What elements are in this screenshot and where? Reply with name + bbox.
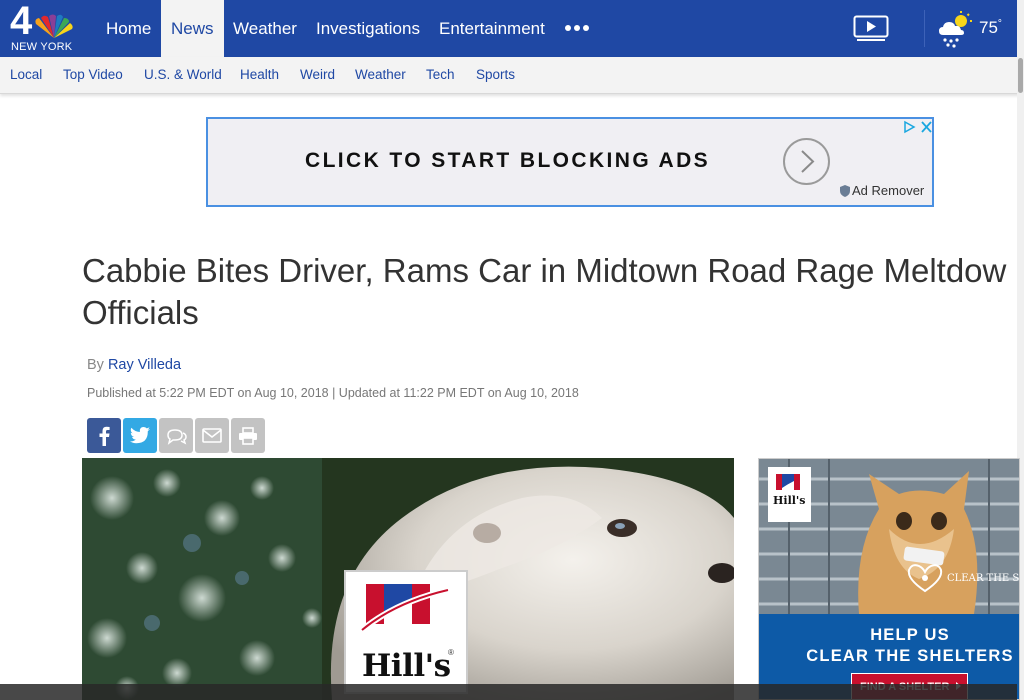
ad-remover-label: Ad Remover: [852, 183, 925, 198]
subnav-item-health[interactable]: Health: [240, 57, 279, 93]
nav-item-weather[interactable]: Weather: [223, 0, 307, 57]
temperature-value: 75: [979, 18, 998, 37]
twitter-icon: [130, 427, 150, 444]
twitter-share-button[interactable]: [123, 418, 157, 453]
subnav-item-top-video[interactable]: Top Video: [63, 57, 123, 93]
nav-divider: [924, 10, 925, 47]
registered-mark: ®: [448, 648, 454, 657]
more-dots-icon[interactable]: [565, 18, 589, 38]
logo-number: 4: [10, 0, 33, 43]
subnav-item-weird[interactable]: Weird: [300, 57, 335, 93]
paw-heart-icon: [907, 564, 943, 593]
section-subnav: Local Top Video U.S. & World Health Weir…: [0, 57, 1020, 94]
hills-emblem-icon: [360, 584, 449, 633]
ad-choices-icon[interactable]: [902, 120, 934, 134]
nbc-4-new-york-logo[interactable]: 4 NEW YORK: [10, 0, 80, 54]
nav-item-news[interactable]: News: [161, 0, 224, 57]
ad-remover-brand: Ad Remover: [840, 183, 924, 198]
byline: By Ray Villeda: [87, 357, 181, 373]
facebook-icon: [99, 426, 110, 446]
hills-tagline: Transforming Lives: [768, 514, 811, 520]
ad-arrow-icon[interactable]: [783, 138, 830, 185]
byline-prefix: By: [87, 357, 108, 373]
side-ad-headline-line-2: CLEAR THE SHELTERS: [806, 647, 1014, 665]
headline-line-1: Cabbie Bites Driver, Rams Car in Midtown…: [82, 252, 1007, 289]
article-hero-video[interactable]: Hill's ®: [82, 458, 734, 700]
facebook-share-button[interactable]: [87, 418, 121, 453]
nav-item-home[interactable]: Home: [96, 0, 161, 57]
partly-sunny-rain-icon[interactable]: [937, 11, 973, 49]
top-navigation-bar: 4 NEW YORK Home News Weather Investigati…: [0, 0, 1024, 57]
logo-city: NEW YORK: [11, 41, 73, 53]
nav-item-investigations[interactable]: Investigations: [306, 0, 430, 57]
hills-wordmark: Hill's: [362, 648, 451, 684]
print-button[interactable]: [231, 418, 265, 453]
ad-banner-text: CLICK TO START BLOCKING ADS: [305, 149, 711, 172]
video-control-bar[interactable]: [0, 684, 1017, 700]
shield-icon: [840, 185, 850, 197]
peacock-icon: [35, 14, 73, 38]
comment-share-button[interactable]: [159, 418, 193, 453]
nav-item-entertainment[interactable]: Entertainment: [429, 0, 555, 57]
ad-banner[interactable]: CLICK TO START BLOCKING ADS Ad Remover: [206, 117, 934, 207]
temperature-reading[interactable]: 75°: [979, 18, 1002, 38]
author-link[interactable]: Ray Villeda: [108, 357, 181, 373]
subnav-item-us-world[interactable]: U.S. & World: [144, 57, 222, 93]
article-headline: Cabbie Bites Driver, Rams Car in Midtown…: [82, 250, 1022, 334]
page-scrollbar-thumb[interactable]: [1018, 58, 1023, 93]
comment-icon: [167, 428, 187, 445]
subnav-item-weather[interactable]: Weather: [355, 57, 406, 93]
email-icon: [202, 428, 222, 443]
headline-line-2: Officials: [82, 294, 199, 331]
video-player-icon[interactable]: [853, 15, 889, 42]
email-share-button[interactable]: [195, 418, 229, 453]
subnav-item-local[interactable]: Local: [10, 57, 42, 93]
hills-ad-wordmark: Hill's: [773, 494, 806, 507]
subnav-item-tech[interactable]: Tech: [426, 57, 455, 93]
clear-the-shelters-logo: CLEAR THE SHELTERS: [947, 573, 1020, 584]
publish-timestamp: Published at 5:22 PM EDT on Aug 10, 2018…: [87, 386, 579, 400]
hills-sponsor-logo: Hill's ®: [344, 570, 468, 694]
clear-the-shelters-ad[interactable]: Hill's Transforming Lives CLEAR THE S HEL…: [758, 458, 1020, 700]
side-ad-headline-line-1: HELP US: [870, 626, 950, 644]
temperature-unit: °: [997, 18, 1002, 30]
print-icon: [239, 426, 257, 445]
subnav-item-sports[interactable]: Sports: [476, 57, 515, 93]
side-ad-headline: HELP US CLEAR THE SHELTERS: [759, 625, 1019, 667]
